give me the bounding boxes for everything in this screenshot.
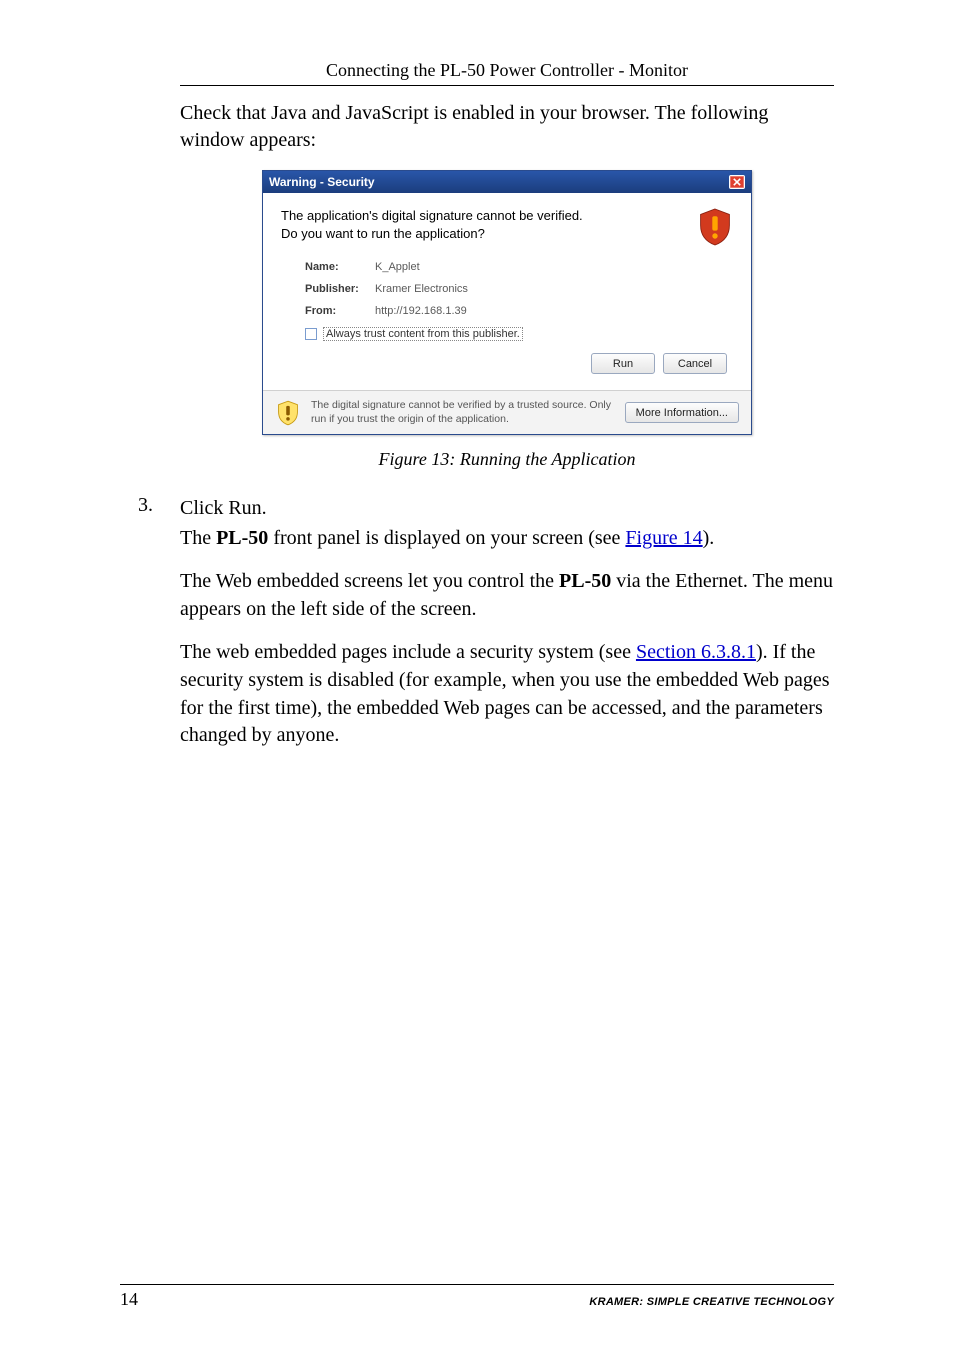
figure-caption: Figure 13: Running the Application: [180, 449, 834, 470]
paragraph-1: The Web embedded screens let you control…: [180, 568, 834, 623]
from-value: http://192.168.1.39: [375, 305, 467, 317]
more-information-button[interactable]: More Information...: [625, 402, 739, 423]
dialog-button-row: Run Cancel: [281, 353, 733, 374]
page-footer: 14 KRAMER: SIMPLE CREATIVE TECHNOLOGY: [120, 1284, 834, 1310]
dialog-title-text: Warning - Security: [269, 175, 375, 189]
dialog-body: The application's digital signature cann…: [263, 193, 751, 390]
step-line2: The PL-50 front panel is displayed on yo…: [180, 524, 834, 552]
page-header: Connecting the PL-50 Power Controller - …: [180, 60, 834, 86]
warning-shield-icon: [697, 207, 733, 247]
dialog-message-line1: The application's digital signature cann…: [281, 208, 583, 223]
cancel-button[interactable]: Cancel: [663, 353, 727, 374]
trust-label: Always trust content from this publisher…: [323, 327, 523, 341]
name-value: K_Applet: [375, 261, 420, 273]
figure-14-link[interactable]: Figure 14: [625, 527, 702, 549]
close-button[interactable]: [729, 175, 745, 189]
from-label: From:: [305, 305, 375, 317]
dialog-message: The application's digital signature cann…: [281, 207, 697, 242]
dialog-container: Warning - Security The application's dig…: [180, 170, 834, 435]
publisher-value: Kramer Electronics: [375, 283, 468, 295]
section-link[interactable]: Section 6.3.8.1: [636, 641, 756, 663]
intro-paragraph: Check that Java and JavaScript is enable…: [180, 100, 834, 154]
page-number: 14: [120, 1289, 138, 1310]
security-warning-dialog: Warning - Security The application's dig…: [262, 170, 752, 435]
paragraph-2: The web embedded pages include a securit…: [180, 639, 834, 749]
step-3: 3. Click Run. The PL-50 front panel is d…: [120, 494, 834, 552]
dialog-fields: Name: K_Applet Publisher: Kramer Electro…: [281, 261, 733, 317]
trust-checkbox[interactable]: [305, 328, 317, 340]
close-icon: [733, 178, 741, 186]
publisher-label: Publisher:: [305, 283, 375, 295]
warning-shield-small-icon: [275, 400, 301, 426]
dialog-footer-text: The digital signature cannot be verified…: [311, 399, 615, 426]
name-label: Name:: [305, 261, 375, 273]
step-number: 3.: [120, 494, 180, 552]
run-button[interactable]: Run: [591, 353, 655, 374]
dialog-titlebar: Warning - Security: [263, 171, 751, 193]
step-line1: Click Run.: [180, 494, 834, 522]
dialog-message-line2: Do you want to run the application?: [281, 226, 485, 241]
trust-checkbox-row: Always trust content from this publisher…: [281, 327, 733, 341]
footer-brand: KRAMER: SIMPLE CREATIVE TECHNOLOGY: [589, 1296, 834, 1308]
dialog-footer: The digital signature cannot be verified…: [263, 390, 751, 434]
